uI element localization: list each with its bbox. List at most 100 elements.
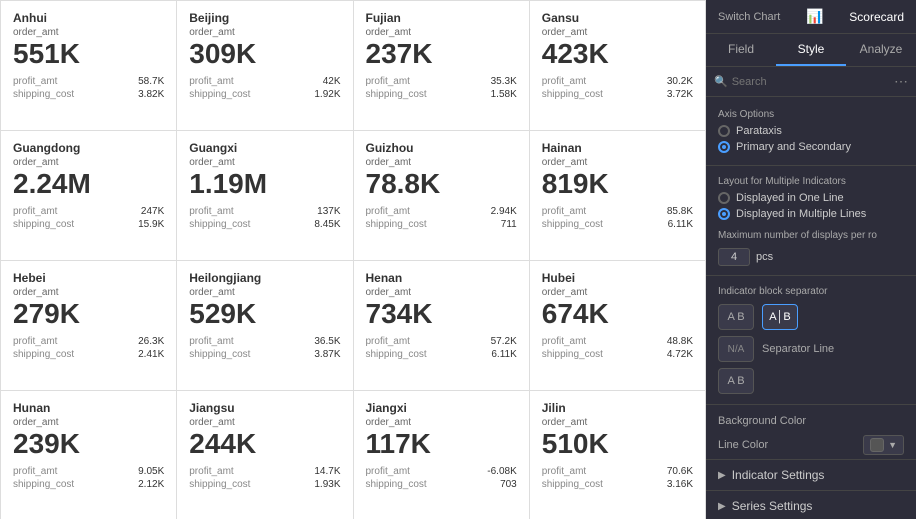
list-item: profit_amt 137K	[189, 206, 340, 217]
sub-field-value: 15.9K	[138, 219, 164, 230]
sub-field-value: 3.72K	[667, 89, 693, 100]
tab-style[interactable]: Style	[776, 34, 846, 66]
cell-region: Hunan	[13, 401, 164, 415]
sub-field-label: shipping_cost	[542, 479, 603, 490]
cell-region: Hainan	[542, 141, 693, 155]
list-item: shipping_cost 3.87K	[189, 349, 340, 360]
divider-1	[706, 165, 916, 166]
search-icon: 🔍	[714, 75, 728, 88]
list-item: shipping_cost 3.72K	[542, 89, 693, 100]
cell-field-label: order_amt	[13, 417, 164, 428]
sub-field-value: 3.87K	[314, 349, 340, 360]
list-item: profit_amt 2.94K	[366, 206, 517, 217]
sub-field-label: shipping_cost	[189, 89, 250, 100]
cell-value-large: 423K	[542, 39, 693, 70]
cell-region: Hubei	[542, 271, 693, 285]
line-color-dropdown[interactable]: ▼	[863, 435, 904, 455]
sub-field-label: shipping_cost	[542, 89, 603, 100]
sub-field-value: 35.3K	[491, 76, 517, 87]
list-item: profit_amt 85.8K	[542, 206, 693, 217]
max-number-input[interactable]	[718, 248, 750, 266]
sub-field-label: profit_amt	[542, 76, 586, 87]
multiple-lines-radio[interactable]	[718, 208, 730, 220]
sub-field-label: profit_amt	[366, 336, 410, 347]
cell-value-large: 529K	[189, 299, 340, 330]
parataxis-option[interactable]: Parataxis	[718, 125, 904, 137]
sep-option-ab-plain[interactable]: A B	[718, 304, 754, 330]
cell-value-large: 2.24M	[13, 169, 164, 200]
list-item: profit_amt 26.3K	[13, 336, 164, 347]
one-line-option[interactable]: Displayed in One Line	[718, 192, 904, 204]
list-item: shipping_cost 6.11K	[366, 349, 517, 360]
cell-value-large: 244K	[189, 429, 340, 460]
header-row: Switch Chart 📊 Scorecard	[706, 0, 916, 34]
cell-field-label: order_amt	[366, 417, 517, 428]
primary-secondary-radio[interactable]	[718, 141, 730, 153]
cell-field-label: order_amt	[542, 27, 693, 38]
sub-field-label: profit_amt	[13, 76, 57, 87]
cell-field-label: order_amt	[189, 287, 340, 298]
list-item: profit_amt 247K	[13, 206, 164, 217]
cell-region: Guangxi	[189, 141, 340, 155]
sub-field-value: 2.41K	[138, 349, 164, 360]
sub-field-label: shipping_cost	[366, 349, 427, 360]
sub-field-value: 711	[501, 219, 517, 230]
scorecard-panel: Anhui order_amt 551K profit_amt 58.7K sh…	[0, 0, 706, 519]
sub-field-value: 8.45K	[314, 219, 340, 230]
cell-field-label: order_amt	[542, 417, 693, 428]
table-row: Heilongjiang order_amt 529K profit_amt 3…	[177, 261, 353, 391]
sub-field-value: 703	[500, 479, 517, 490]
indicator-settings-section[interactable]: ▶ Indicator Settings	[706, 459, 916, 490]
table-row: Henan order_amt 734K profit_amt 57.2K sh…	[354, 261, 530, 391]
line-color-row: Line Color ▼	[706, 431, 916, 459]
table-row: Guangdong order_amt 2.24M profit_amt 247…	[1, 131, 177, 261]
sub-field-value: 1.58K	[491, 89, 517, 100]
list-item: profit_amt 58.7K	[13, 76, 164, 87]
sub-field-value: 70.6K	[667, 466, 693, 477]
cell-value-large: 309K	[189, 39, 340, 70]
axis-options-label: Axis Options	[706, 105, 916, 123]
search-input[interactable]	[732, 76, 890, 88]
sub-field-label: shipping_cost	[13, 349, 74, 360]
sub-field-value: -6.08K	[487, 466, 516, 477]
list-item: profit_amt 36.5K	[189, 336, 340, 347]
sub-field-label: profit_amt	[13, 336, 57, 347]
cell-field-label: order_amt	[13, 27, 164, 38]
cell-field-label: order_amt	[189, 157, 340, 168]
sub-field-value: 4.72K	[667, 349, 693, 360]
parataxis-radio[interactable]	[718, 125, 730, 137]
sep-option-ab-alt[interactable]: A B	[718, 368, 754, 394]
cell-region: Beijing	[189, 11, 340, 25]
sub-field-label: profit_amt	[366, 206, 410, 217]
switch-chart-label: Switch Chart	[718, 11, 780, 23]
list-item: profit_amt 9.05K	[13, 466, 164, 477]
sub-field-label: shipping_cost	[13, 89, 74, 100]
expand-icon-indicator: ▶	[718, 470, 726, 481]
sub-field-value: 137K	[317, 206, 340, 217]
sep-option-ab-box[interactable]: A│B	[762, 304, 798, 330]
multiple-lines-option[interactable]: Displayed in Multiple Lines	[718, 208, 904, 220]
more-icon[interactable]: ⋯	[894, 73, 908, 90]
sub-field-label: shipping_cost	[189, 479, 250, 490]
sub-field-label: shipping_cost	[366, 89, 427, 100]
sub-field-value: 42K	[323, 76, 341, 87]
sub-field-value: 6.11K	[668, 219, 693, 230]
scorecard-grid: Anhui order_amt 551K profit_amt 58.7K sh…	[0, 0, 706, 519]
tab-field[interactable]: Field	[706, 34, 776, 66]
tab-analyze[interactable]: Analyze	[846, 34, 916, 66]
table-row: Anhui order_amt 551K profit_amt 58.7K sh…	[1, 1, 177, 131]
sep-option-na[interactable]: N/A	[718, 336, 754, 362]
indicator-settings-label: Indicator Settings	[732, 468, 825, 482]
cell-region: Jilin	[542, 401, 693, 415]
cell-region: Gansu	[542, 11, 693, 25]
sub-field-label: profit_amt	[542, 206, 586, 217]
primary-secondary-option[interactable]: Primary and Secondary	[718, 141, 904, 153]
sub-field-value: 30.2K	[667, 76, 693, 87]
sub-field-value: 57.2K	[491, 336, 517, 347]
cell-field-label: order_amt	[189, 27, 340, 38]
one-line-radio[interactable]	[718, 192, 730, 204]
cell-value-large: 734K	[366, 299, 517, 330]
parataxis-label: Parataxis	[736, 125, 782, 137]
series-settings-section[interactable]: ▶ Series Settings	[706, 490, 916, 519]
sub-field-label: profit_amt	[189, 206, 233, 217]
